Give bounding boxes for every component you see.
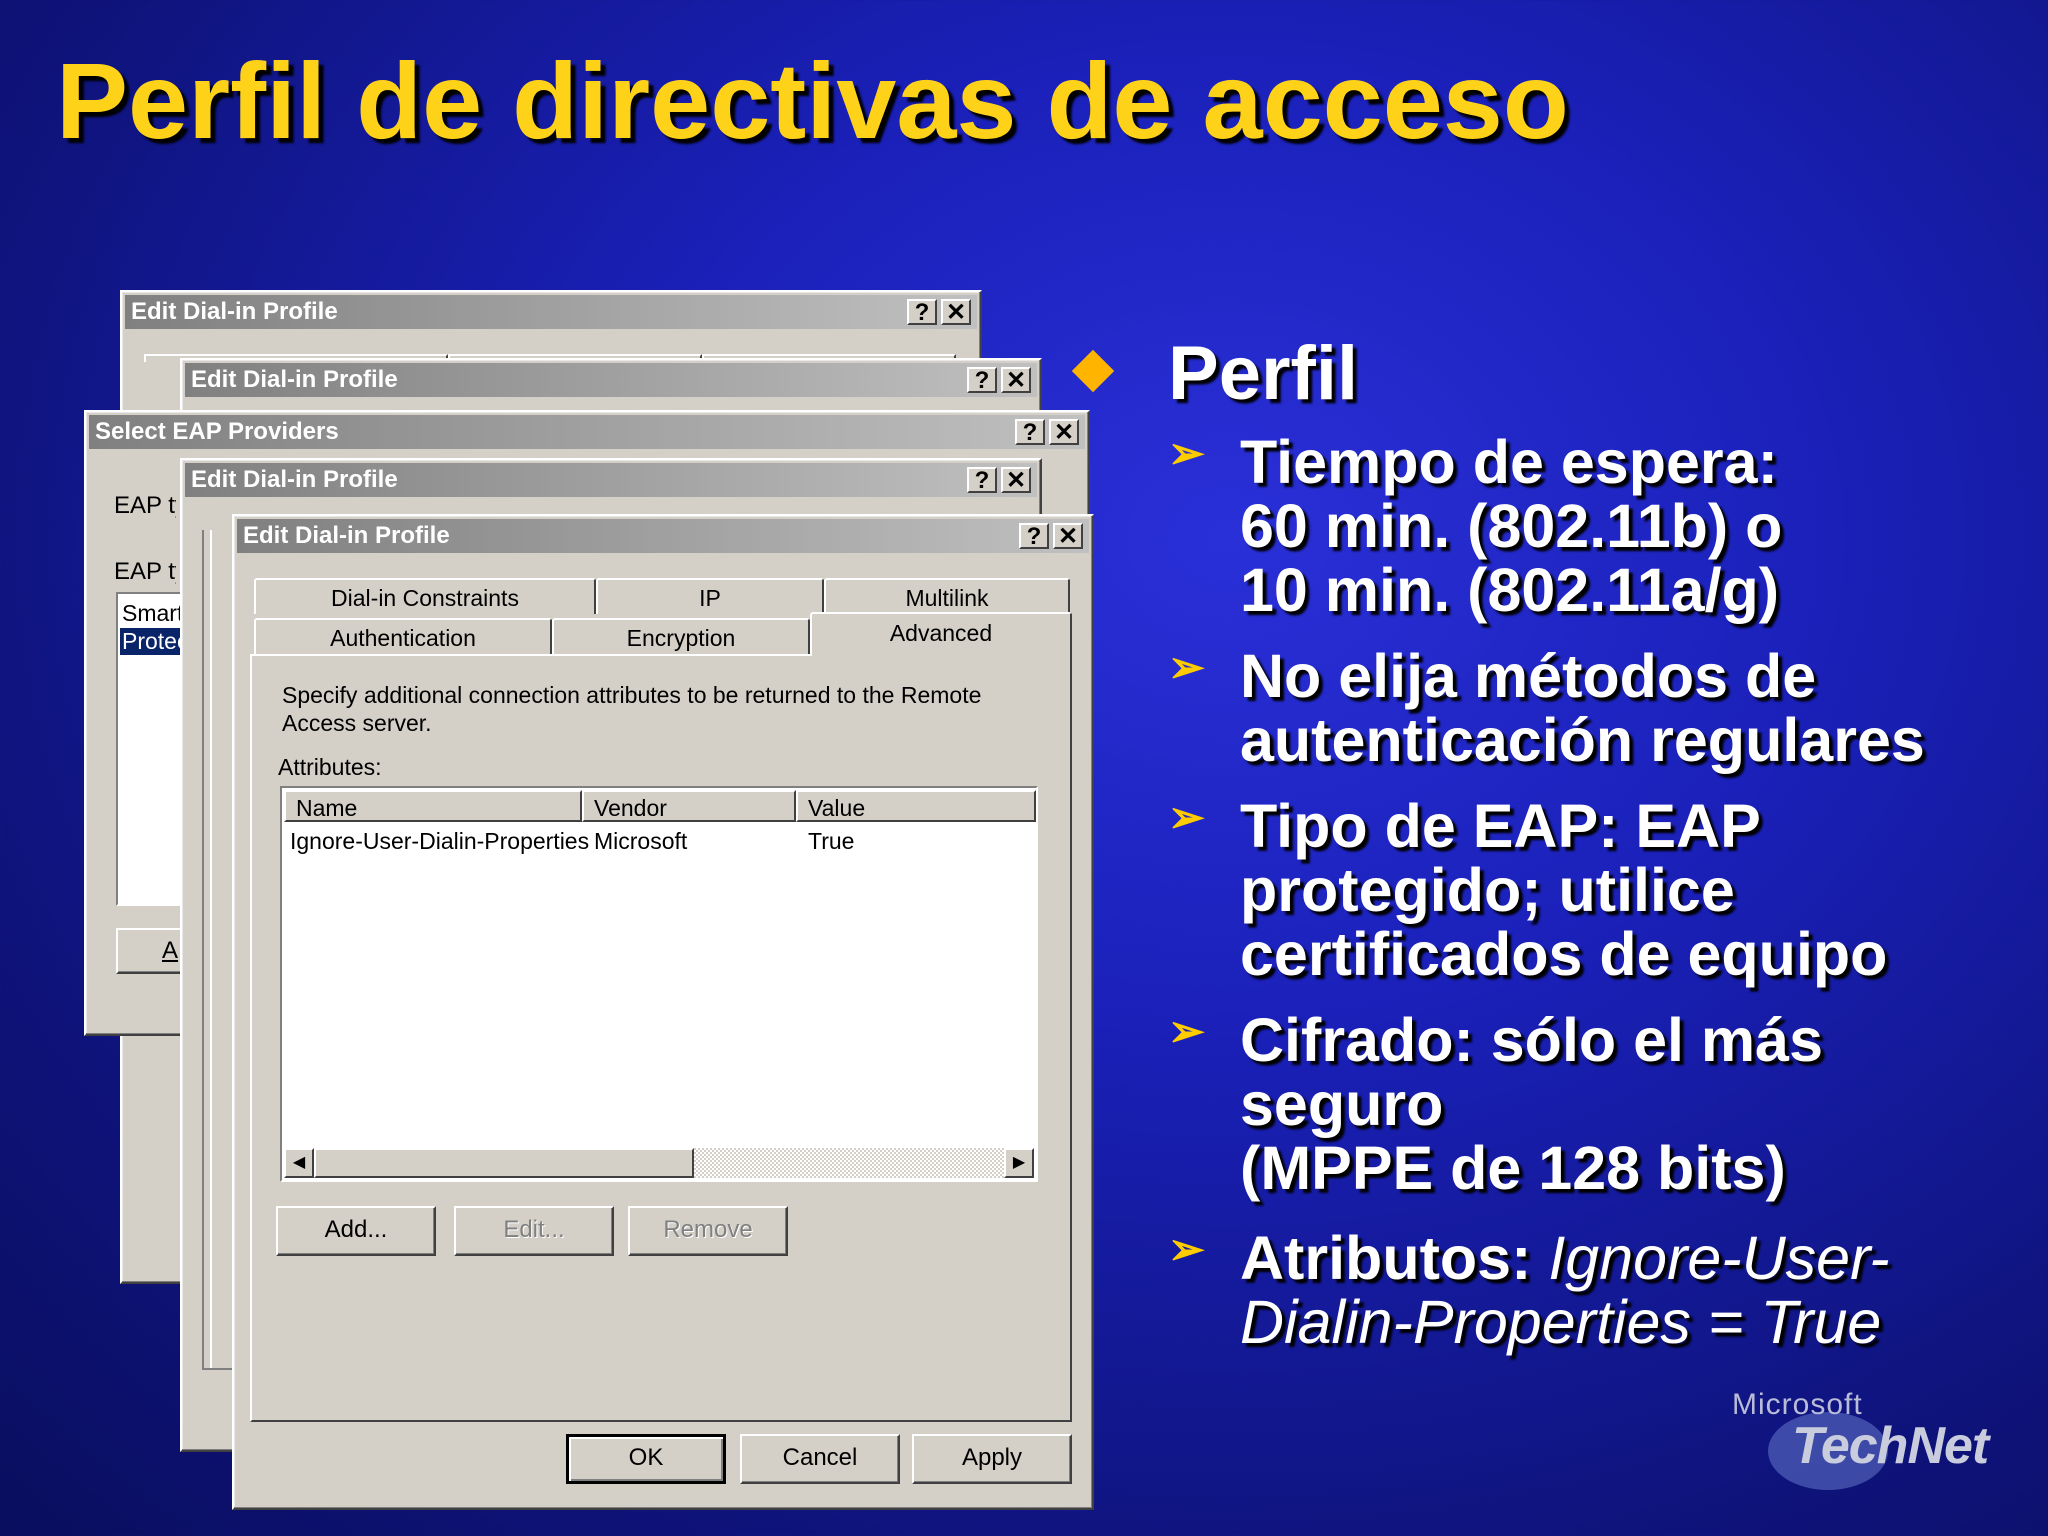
scroll-right-arrow-icon[interactable]: ▶ [1004,1148,1034,1178]
tab-authentication[interactable]: Authentication [254,618,552,656]
slide-title: Perfil de directivas de acceso [56,40,1569,161]
front-dialog-title: Edit Dial-in Profile [243,522,450,549]
cancel-button[interactable]: Cancel [740,1434,900,1484]
text-line: 10 min. (802.11a/g) [1240,556,1780,624]
apply-button[interactable]: Apply [912,1434,1072,1484]
attribute-value-part-2: Dialin-Properties = True [1240,1288,1882,1356]
description-line-1: Specify additional connection attributes… [282,682,982,708]
help-button[interactable]: ? [1019,523,1049,549]
eap-dialog-title: Select EAP Providers [95,418,339,445]
tab-encryption[interactable]: Encryption [552,618,810,656]
close-button[interactable]: ✕ [1001,467,1031,493]
horizontal-scrollbar[interactable]: ◀ ▶ [284,1148,1034,1178]
text-line: Tiempo de espera: [1240,428,1778,496]
sub-bullet-text: Cifrado: sólo el más seguro (MPPE de 128… [1240,1008,1823,1200]
tab-multilink[interactable]: Multilink [824,578,1070,614]
text-line: No elija métodos de [1240,642,1817,710]
eap-type-label: EAP ty [114,492,176,519]
description-line-2: Access server. [282,710,432,736]
sub-bullet: ➢ Atributos: Ignore-User- Dialin-Propert… [1168,1226,2048,1366]
dialog-back-3-title: Edit Dial-in Profile [191,466,398,493]
apply-button-label: Apply [961,1444,1023,1471]
dialog-back-2-titlebar[interactable]: Edit Dial-in Profile ? ✕ [185,363,1037,397]
tab-advanced[interactable]: Advanced [810,612,1072,656]
help-button[interactable]: ? [967,467,997,493]
sub-bullet: ➢ Tiempo de espera: 60 min. (802.11b) o … [1168,430,2048,630]
text-line: Tipo de EAP: EAP [1240,792,1761,860]
remove-attribute-button[interactable]: Remove [628,1206,788,1256]
arrow-bullet-icon: ➢ [1168,793,1205,842]
add-eap-button-label: A [162,937,179,964]
help-button[interactable]: ? [1015,419,1045,445]
close-button[interactable]: ✕ [1053,523,1083,549]
ok-button-label: OK [628,1444,664,1471]
sub-bullet-text: Atributos: Ignore-User- Dialin-Propertie… [1240,1226,1890,1354]
scroll-left-arrow-icon[interactable]: ◀ [284,1148,314,1178]
sub-bullet-text: Tipo de EAP: EAP protegido; utilice cert… [1240,794,1887,986]
dialog-back-1-titlebar[interactable]: Edit Dial-in Profile ? ✕ [125,295,977,329]
sub-bullet: ➢ No elija métodos de autenticación regu… [1168,644,2048,784]
help-button[interactable]: ? [967,367,997,393]
text-line: protegido; utilice [1240,856,1735,924]
attribute-label: Atributos: [1240,1224,1549,1292]
close-button[interactable]: ✕ [1049,419,1079,445]
cancel-button-label: Cancel [782,1444,858,1471]
attributes-label: Attributes: [278,754,382,780]
help-button[interactable]: ? [907,299,937,325]
eap-dialog-titlebar[interactable]: Select EAP Providers ? ✕ [89,415,1085,449]
add-attribute-button[interactable]: Add... [276,1206,436,1256]
eap-types-label: EAP ty [114,558,176,585]
sub-bullet-text: No elija métodos de autenticación regula… [1240,644,1925,772]
microsoft-technet-logo: Microsoft TechNet [1720,1378,2020,1498]
diamond-bullet-icon [1071,349,1115,393]
panel-edge [202,530,212,1370]
edit-attribute-button[interactable]: Edit... [454,1206,614,1256]
scrollbar-thumb[interactable] [314,1148,694,1178]
bullet-main-text: Perfil [1168,331,1359,416]
arrow-bullet-icon: ➢ [1168,1007,1205,1056]
ok-button[interactable]: OK [566,1434,726,1484]
text-line: autenticación regulares [1240,706,1925,774]
text-line: seguro [1240,1070,1444,1138]
cell-vendor: Microsoft [594,828,688,854]
edit-attribute-button-label: Edit... [503,1216,565,1243]
sub-bullet-text: Tiempo de espera: 60 min. (802.11b) o 10… [1240,430,1782,622]
front-dialog-titlebar[interactable]: Edit Dial-in Profile ? ✕ [237,519,1089,553]
cell-name: Ignore-User-Dialin-Properties [290,828,590,854]
remove-attribute-button-label: Remove [663,1216,753,1243]
text-line: Cifrado: sólo el más [1240,1006,1824,1074]
attribute-value-part-1: Ignore-User- [1548,1224,1890,1292]
tab-dial-in-constraints[interactable]: Dial-in Constraints [254,578,596,614]
table-row[interactable]: Ignore-User-Dialin-Properties Microsoft … [282,788,1036,858]
sub-bullet: ➢ Cifrado: sólo el más seguro (MPPE de 1… [1168,1008,2048,1208]
text-line: (MPPE de 128 bits) [1240,1134,1786,1202]
arrow-bullet-icon: ➢ [1168,429,1205,478]
tab-ip[interactable]: IP [596,578,824,614]
attributes-list[interactable]: Name Vendor Value Ignore-User-Dialin-Pro… [280,786,1038,1182]
dialog-back-3-titlebar[interactable]: Edit Dial-in Profile ? ✕ [185,463,1037,497]
sub-bullet: ➢ Tipo de EAP: EAP protegido; utilice ce… [1168,794,2048,994]
text-line: 60 min. (802.11b) o [1240,492,1783,560]
dialog-back-1-title: Edit Dial-in Profile [131,298,338,325]
text-line: certificados de equipo [1240,920,1888,988]
cell-value: True [808,828,855,854]
close-button[interactable]: ✕ [941,299,971,325]
text-line: Atributos: Ignore-User- [1240,1226,1890,1290]
add-attribute-button-label: Add... [324,1216,388,1243]
logo-technet-text: TechNet [1792,1417,1989,1475]
arrow-bullet-icon: ➢ [1168,643,1205,692]
arrow-bullet-icon: ➢ [1168,1225,1205,1274]
dialog-back-2-title: Edit Dial-in Profile [191,366,398,393]
close-button[interactable]: ✕ [1001,367,1031,393]
